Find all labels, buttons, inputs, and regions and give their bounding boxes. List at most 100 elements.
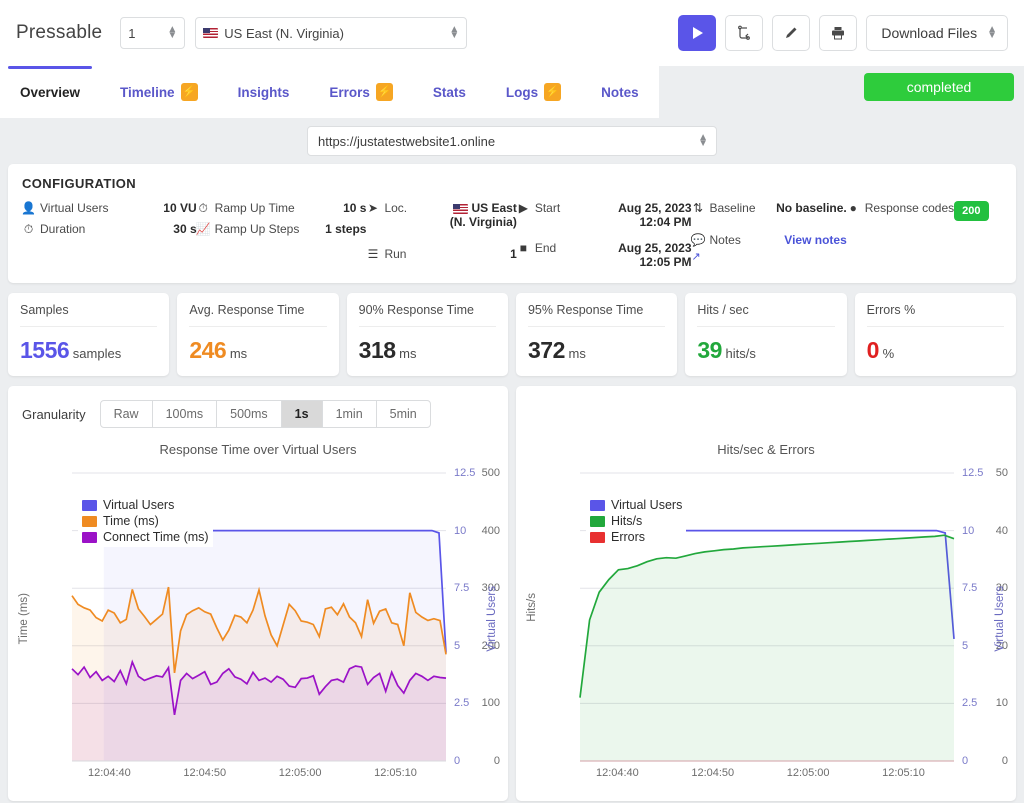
url-select[interactable]: https://justatestwebsite1.online ▲ ▼ [307,126,717,156]
granularity-options: Raw 100ms 500ms 1s 1min 5min [99,400,431,428]
print-button[interactable] [819,15,858,51]
granularity-option-5min[interactable]: 5min [377,401,430,427]
config-value: 1 steps [325,222,367,236]
metric-card: Samples 1556 samples [8,293,170,376]
lightning-bolt-icon: ⚡ [544,83,562,101]
config-value: Aug 25, 2023 12:04 PM [618,201,692,229]
toolbar-actions: Download Files ▲ ▼ [678,15,1008,51]
tab-errors[interactable]: Errors ⚡ [309,66,413,118]
y2-axis-tick: 2.5 [962,697,978,710]
config-value: 30 s [173,222,197,236]
download-files-select[interactable]: Download Files ▲ ▼ [866,15,1008,51]
granularity-option-1min[interactable]: 1min [323,401,377,427]
config-label: Ramp Up Steps [214,222,300,236]
tab-logs[interactable]: Logs ⚡ [486,66,581,118]
y2-axis-tick: 10 [962,524,975,537]
config-label: End [534,241,557,255]
config-row-ramp-up-time: ⏱ Ramp Up Time 10 s [197,201,366,215]
y2-axis-tick: 5 [454,639,461,652]
hits-errors-plot[interactable]: 0 10 20 30 40 50 0 2.5 5 7.5 10 12.5 12:04:40 12:04:5… [524,461,1008,791]
compare-button[interactable] [725,15,764,51]
legend-label: Errors [611,530,646,544]
clock-icon: ⏱ [198,201,208,215]
config-label: Notes [709,233,741,247]
legend-swatch [82,499,97,511]
config-value: 10 VU [163,201,197,215]
granularity-option-Raw[interactable]: Raw [101,401,153,427]
metric-title: 90% Response Time [358,303,496,327]
config-row-duration: ⏱ Duration 30 s [22,222,197,236]
chevron-updown-icon[interactable]: ▲ ▼ [449,25,459,41]
tab-label: Errors [329,84,370,100]
config-row-notes: 💬 Notes View notes [691,233,847,247]
y2-axis-tick: 12.5 [962,467,984,479]
legend-item[interactable]: Errors [590,529,682,545]
config-row-response-codes: ● Response codes 200 [847,201,1002,221]
top-toolbar: Pressable 1 ▲ ▼ US East (N. Virginia) ▲ ▼ [0,0,1024,66]
config-label: Duration [40,222,86,236]
legend-label: Hits/s [611,514,643,528]
external-link-icon[interactable]: ↗ [692,250,847,263]
run-test-button[interactable] [678,15,717,51]
compare-icon [738,25,751,40]
granularity-option-1s[interactable]: 1s [281,401,323,427]
tab-overview[interactable]: Overview [0,66,101,118]
config-column-3: ➤ Loc. US East (N. Virginia) ☰ Run 1 [366,201,517,269]
granularity-option-500ms[interactable]: 500ms [217,401,282,427]
tab-label: Overview [20,84,81,100]
region-select[interactable]: US East (N. Virginia) ▲ ▼ [195,17,468,49]
run-number-select[interactable]: 1 ▲ ▼ [120,17,186,49]
metric-card: 95% Response Time 372 ms [515,293,678,376]
config-label: Response codes [864,201,955,215]
tab-notes[interactable]: Notes [581,66,659,118]
play-icon: ▶ [518,201,528,215]
metric-value: 39 [697,337,722,363]
granularity-control: Granularity Raw 100ms 500ms 1s 1min 5min [16,396,500,428]
chevron-updown-icon[interactable]: ▲ ▼ [698,133,708,149]
metric-title: Errors % [866,303,1004,327]
y2-axis-tick: 12.5 [454,467,476,479]
y2-axis-tick: 7.5 [454,582,470,595]
legend-swatch [590,515,605,527]
config-value: 1 [510,247,517,261]
config-label: Baseline [709,201,756,215]
legend-item[interactable]: Time (ms) [82,513,209,529]
legend-item[interactable]: Virtual Users [590,497,682,513]
baseline-icon: ⇅ [692,201,704,215]
config-label: Loc. [384,201,408,215]
tab-timeline[interactable]: Timeline ⚡ [100,66,218,118]
us-flag-icon [453,203,469,214]
config-column-5: ⇅ Baseline No baseline. 💬 Notes View not… [691,201,847,269]
config-row-end: ■ End Aug 25, 2023 12:05 PM [517,241,692,269]
chevron-updown-icon[interactable]: ▲ ▼ [987,25,997,41]
view-notes-link[interactable]: View notes [774,233,846,247]
url-row: https://justatestwebsite1.online ▲ ▼ [0,118,1024,164]
y2-axis-tick: 7.5 [962,582,978,595]
y2-axis-label: Virtual Users [486,586,498,653]
response-time-chart-card: Granularity Raw 100ms 500ms 1s 1min 5min Resp… [8,386,508,801]
response-time-plot[interactable]: 0 100 200 300 400 500 0 2.5 5 7.5 10 12.5 12:04:40 12… [16,461,500,791]
tab-label: Insights [237,84,290,100]
tab-insights[interactable]: Insights [218,66,310,118]
legend-item[interactable]: Virtual Users [82,497,209,513]
url-value: https://justatestwebsite1.online [318,133,496,149]
tab-label: Timeline [120,84,175,100]
metric-value-row: 246 ms [189,327,326,364]
printer-icon [832,27,845,40]
chevron-updown-icon[interactable]: ▲ ▼ [167,25,177,41]
legend-item[interactable]: Hits/s [590,513,682,529]
tab-stats[interactable]: Stats [413,66,486,118]
clock-icon: ⏱ [23,222,34,236]
edit-button[interactable] [772,15,811,51]
metric-card: 90% Response Time 318 ms [346,293,508,376]
location-icon: ➤ [367,201,378,215]
legend-label: Connect Time (ms) [103,530,209,544]
legend-item[interactable]: Connect Time (ms) [82,529,209,545]
brand-title: Pressable [16,22,103,43]
metric-unit: hits/s [725,346,756,361]
chart-title-right: Hits/sec & Errors [717,442,815,457]
chart-legend: Virtual Users Hits/s Errors [586,495,687,547]
pencil-icon [786,27,797,38]
metric-unit: ms [399,346,417,361]
granularity-option-100ms[interactable]: 100ms [153,401,218,427]
